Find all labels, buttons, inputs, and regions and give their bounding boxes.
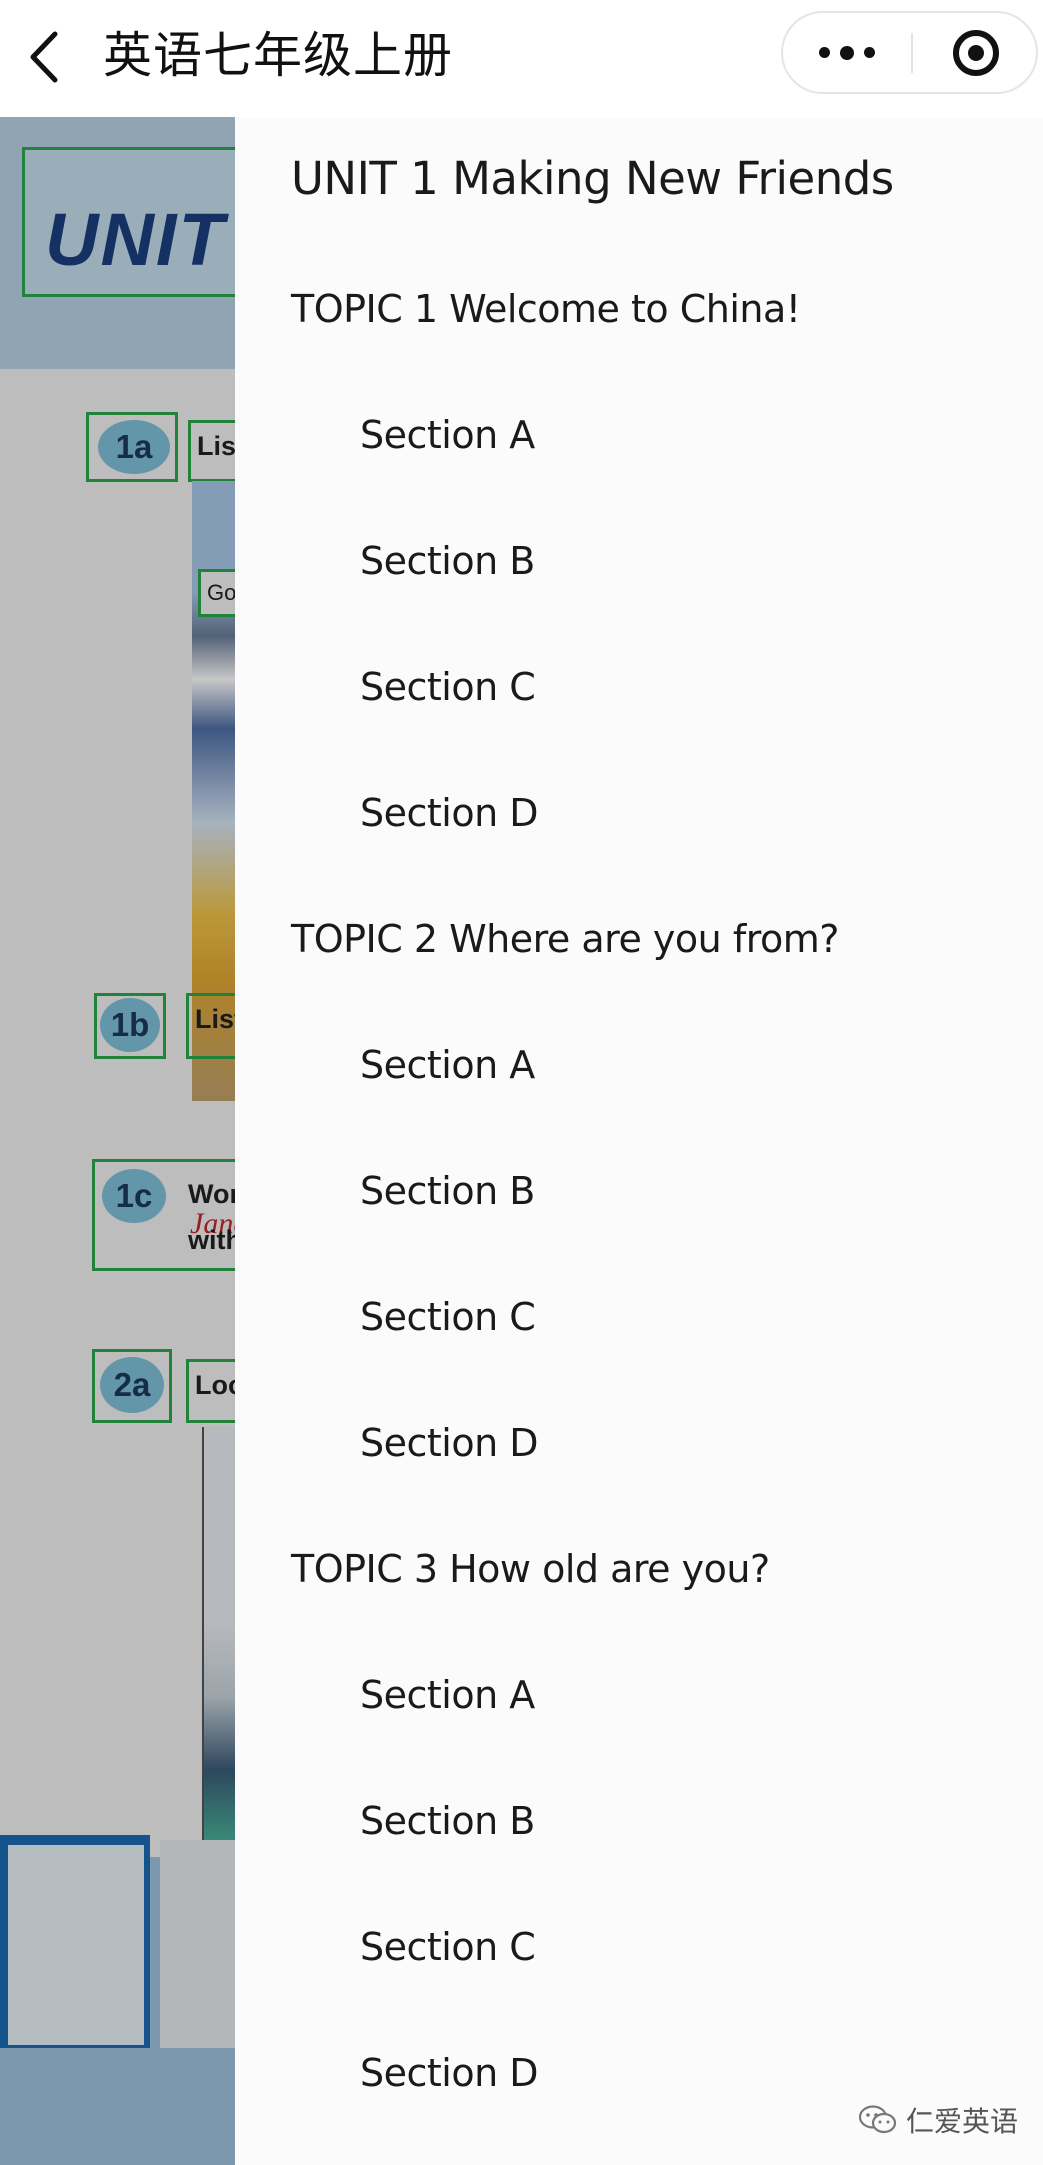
more-button[interactable] — [783, 13, 911, 92]
watermark: 仁爱英语 — [858, 2100, 1018, 2140]
topic-3-section-c[interactable]: Section C — [360, 1925, 536, 1969]
topic-2-section-d[interactable]: Section D — [360, 1421, 539, 1465]
topic-1-section-d[interactable]: Section D — [360, 791, 539, 835]
topic-3-section-d[interactable]: Section D — [360, 2051, 539, 2095]
target-icon — [952, 29, 999, 76]
dim-overlay[interactable] — [0, 117, 235, 2165]
topic-2-title[interactable]: TOPIC 2 Where are you from? — [291, 917, 839, 961]
topic-3-title[interactable]: TOPIC 3 How old are you? — [291, 1547, 770, 1591]
topic-1-title[interactable]: TOPIC 1 Welcome to China! — [291, 287, 801, 331]
page-title: 英语七年级上册 — [103, 27, 454, 84]
more-icon — [814, 45, 880, 60]
topic-1-section-a[interactable]: Section A — [360, 413, 535, 457]
nav-bar: 英语七年级上册 — [0, 0, 1043, 117]
topic-2-section-a[interactable]: Section A — [360, 1043, 535, 1087]
close-miniprogram-button[interactable] — [913, 13, 1038, 92]
topic-1-section-c[interactable]: Section C — [360, 665, 536, 709]
wechat-icon — [858, 2105, 897, 2134]
topic-2-section-b[interactable]: Section B — [360, 1169, 535, 1213]
chevron-left-icon — [30, 31, 58, 83]
back-button[interactable] — [14, 22, 74, 92]
topic-2-section-c[interactable]: Section C — [360, 1295, 536, 1339]
topic-1-section-b[interactable]: Section B — [360, 539, 535, 583]
topic-3-section-b[interactable]: Section B — [360, 1799, 535, 1843]
topic-3-section-a[interactable]: Section A — [360, 1673, 535, 1717]
toc-drawer: UNIT 1 Making New Friends TOPIC 1 Welcom… — [235, 117, 1043, 2165]
watermark-text: 仁爱英语 — [906, 2105, 1019, 2138]
unit-title[interactable]: UNIT 1 Making New Friends — [291, 152, 894, 205]
menu-capsule — [781, 11, 1038, 94]
